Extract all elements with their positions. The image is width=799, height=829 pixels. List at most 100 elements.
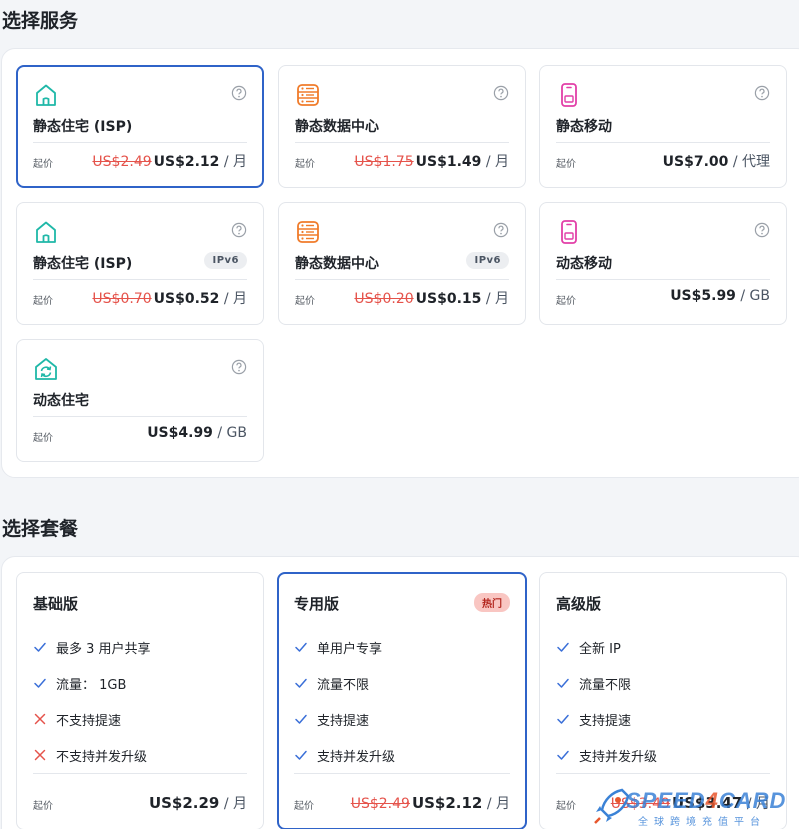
feature-text: 全新 IP [579, 641, 621, 657]
feature-item: 全新 IP [556, 629, 657, 665]
feature-text: 支持提速 [579, 713, 632, 729]
services-title: 选择服务 [2, 10, 79, 32]
check-icon [33, 676, 56, 690]
plan-name: 基础版 [33, 595, 79, 613]
service-card[interactable]: 动态住宅起价 US$4.99 / GB [16, 339, 264, 462]
current-price: US$2.29 [148, 794, 220, 812]
price: US$0.70 US$0.52 / 月 [92, 288, 247, 308]
original-price: US$2.49 [92, 154, 152, 170]
plan-card[interactable]: 基础版最多 3 用户共享 流量： 1GB 不支持提速不支持并发升级起价 US$2.29… [16, 572, 264, 829]
hot-badge: 热门 [474, 593, 510, 612]
help-icon[interactable] [493, 85, 509, 101]
divider [33, 773, 247, 774]
service-name: 静态住宅 (ISP) [33, 256, 133, 272]
help-icon[interactable] [231, 359, 247, 375]
feature-text: 支持并发升级 [579, 749, 658, 765]
current-price: US$7.00 [662, 154, 729, 170]
service-name: 动态移动 [556, 256, 612, 272]
feature-text: 流量不限 [579, 677, 632, 693]
price: US$2.29 / 月 [149, 793, 247, 813]
service-card[interactable]: 静态住宅 (ISP) 起价 US$2.49 US$2.12 / 月 [16, 65, 264, 188]
price-unit: / 月 [219, 796, 247, 812]
ipv6-tag: IPv6 [204, 252, 247, 269]
plan-name: 专用版 [294, 595, 340, 613]
feature-list: 全新 IP 流量不限支持提速支持并发升级 [556, 629, 657, 773]
feature-text: 流量： 1GB [56, 677, 127, 693]
divider [295, 279, 509, 280]
help-icon[interactable] [231, 222, 247, 238]
check-icon [294, 676, 317, 690]
feature-text: 不支持提速 [56, 713, 122, 729]
divider [33, 142, 247, 143]
service-card[interactable]: 静态数据中心起价 US$1.75 US$1.49 / 月 [278, 65, 526, 188]
price: US$4.99 / GB [147, 425, 247, 441]
current-price: US$4.99 [147, 425, 213, 441]
price: US$2.49 US$2.12 / 月 [92, 151, 247, 171]
feature-item: 最多 3 用户共享 [33, 629, 151, 665]
from-label: 起价 [33, 801, 53, 812]
original-price: US$1.75 [354, 154, 414, 170]
service-name: 静态数据中心 [295, 256, 379, 272]
service-card[interactable]: 静态数据中心 IPv6 起价 US$0.20 US$0.15 / 月 [278, 202, 526, 325]
cross-icon [33, 712, 56, 726]
phone-icon [561, 220, 577, 244]
divider [295, 142, 509, 143]
divider [556, 773, 770, 774]
from-label: 起价 [294, 801, 314, 812]
feature-text: 不支持并发升级 [56, 749, 148, 765]
check-icon [556, 748, 579, 762]
original-price: US$0.70 [92, 291, 152, 307]
price-unit: / 月 [219, 154, 247, 170]
check-icon [556, 676, 579, 690]
current-price: US$2.12 [153, 154, 220, 170]
ipv6-tag: IPv6 [466, 252, 509, 269]
services-panel: 静态住宅 (ISP) 起价 US$2.49 US$2.12 / 月 静态数据中心 起价 U… [1, 48, 799, 478]
service-name: 静态数据中心 [295, 119, 379, 135]
help-icon[interactable] [754, 85, 770, 101]
price-unit: / 月 [481, 291, 509, 307]
from-label: 起价 [556, 801, 576, 812]
feature-text: 单用户专享 [317, 641, 383, 657]
speed4card-watermark: SPEED4CARD 全球跨境充值平台 [592, 784, 799, 829]
from-label: 起价 [33, 296, 53, 307]
price-unit: / GB [212, 425, 247, 441]
check-icon [33, 640, 56, 654]
feature-item: 支持提速 [556, 701, 657, 737]
plans-title: 选择套餐 [2, 518, 79, 540]
feature-item: 支持提速 [294, 701, 395, 737]
feature-item: 流量不限 [294, 665, 395, 701]
price: US$0.20 US$0.15 / 月 [354, 288, 509, 308]
price-unit: / 月 [482, 796, 510, 812]
plan-card[interactable]: 专用版 热门 单用户专享 流量不限 支持提速 支持并发升级 起价 US$2.49 US$2.12… [277, 572, 527, 829]
house-icon [36, 84, 56, 106]
house-icon [36, 221, 56, 243]
from-label: 起价 [556, 296, 576, 307]
watermark-brand: SPEED4CARD [626, 788, 787, 813]
price: US$1.75 US$1.49 / 月 [354, 151, 509, 171]
help-icon[interactable] [493, 222, 509, 238]
feature-text: 支持提速 [317, 713, 370, 729]
price: US$5.99 / GB [670, 288, 770, 304]
service-name: 动态住宅 [33, 393, 89, 409]
service-card[interactable]: 静态移动 起价 US$7.00 / 代理 [539, 65, 787, 188]
from-label: 起价 [33, 433, 53, 444]
current-price: US$1.49 [415, 154, 482, 170]
feature-text: 最多 3 用户共享 [56, 641, 151, 657]
service-card[interactable]: 动态移动起价 US$5.99 / GB [539, 202, 787, 325]
divider [556, 142, 770, 143]
service-name: 静态移动 [556, 119, 612, 135]
current-price: US$0.15 [415, 291, 482, 307]
current-price: US$2.12 [411, 794, 483, 812]
check-icon [556, 712, 579, 726]
service-name: 静态住宅 (ISP) [33, 119, 133, 135]
original-price: US$0.20 [354, 291, 414, 307]
from-label: 起价 [33, 159, 53, 170]
feature-list: 最多 3 用户共享 流量： 1GB 不支持提速不支持并发升级 [33, 629, 151, 773]
watermark-tagline: 全球跨境充值平台 [638, 817, 766, 828]
check-icon [556, 640, 579, 654]
help-icon[interactable] [231, 85, 247, 101]
from-label: 起价 [295, 159, 315, 170]
divider [294, 773, 510, 774]
help-icon[interactable] [754, 222, 770, 238]
service-card[interactable]: 静态住宅 (ISP) IPv6 起价 US$0.70 US$0.52 / 月 [16, 202, 264, 325]
